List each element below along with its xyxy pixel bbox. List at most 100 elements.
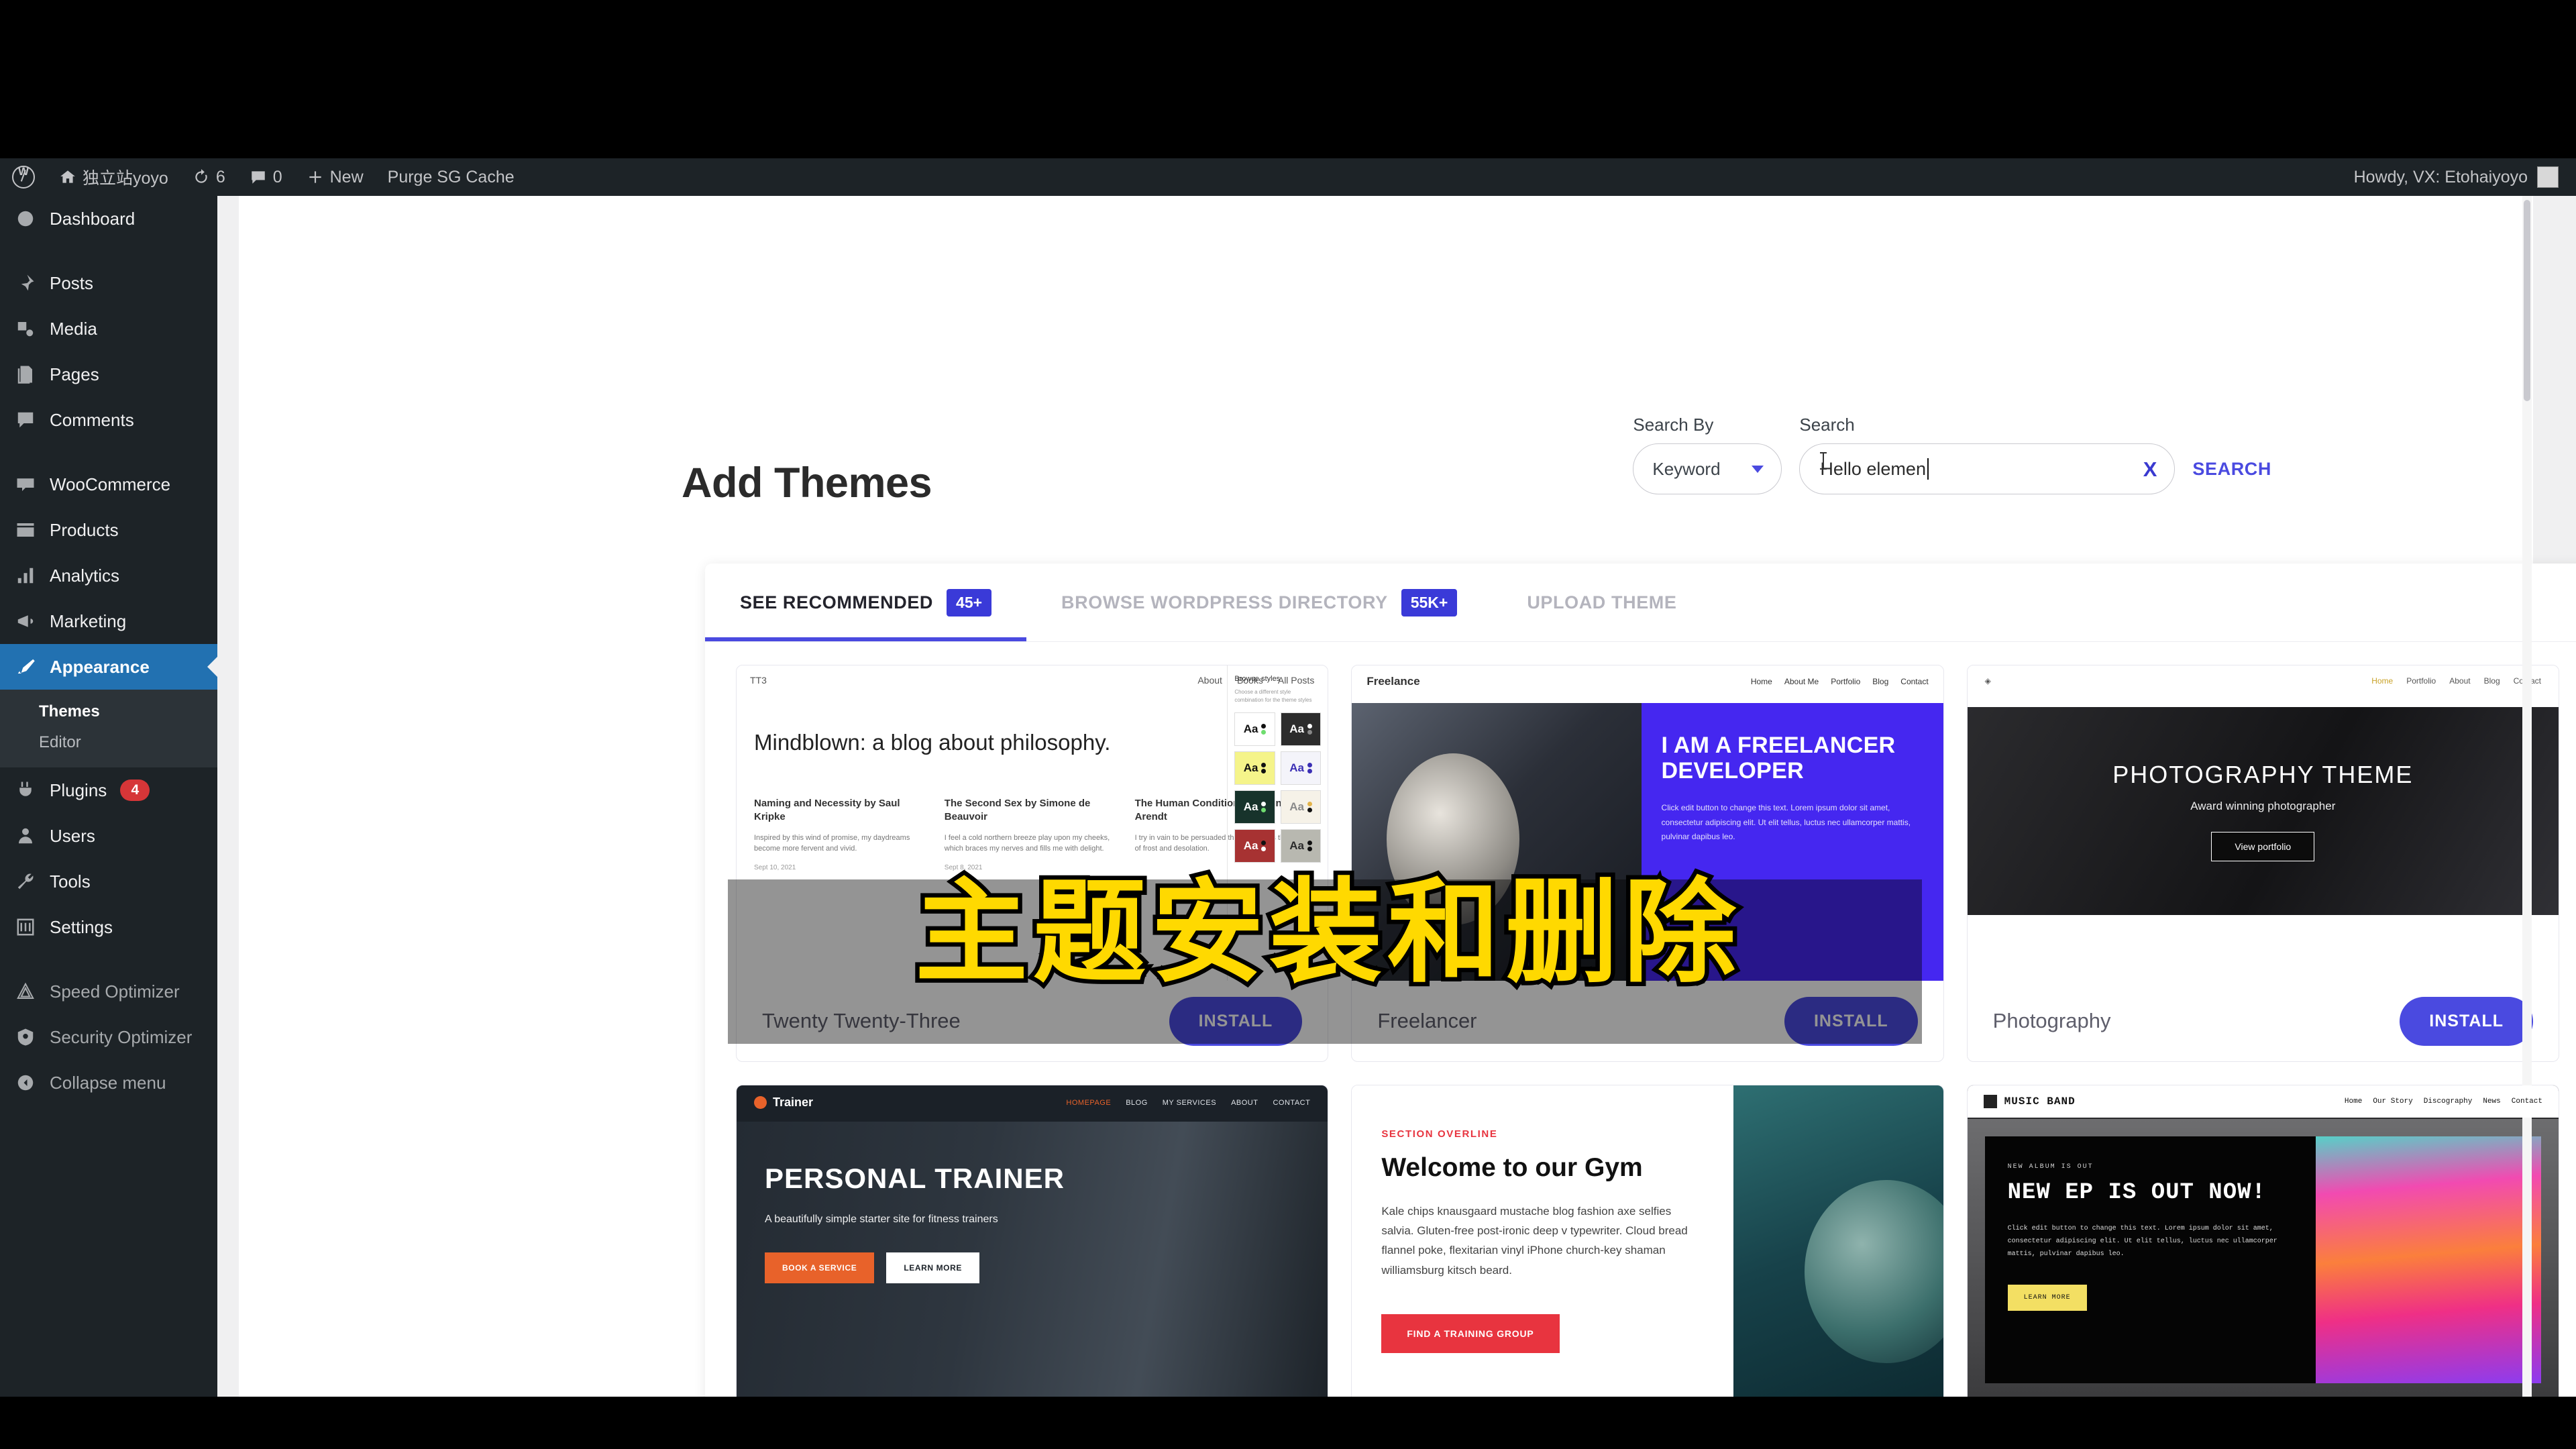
- sidebar-item-label: Settings: [50, 916, 113, 937]
- style-swatch[interactable]: Aa: [1280, 790, 1322, 824]
- style-swatch[interactable]: Aa: [1234, 829, 1275, 863]
- new-label: New: [329, 167, 364, 186]
- tab-upload-theme[interactable]: UPLOAD THEME: [1492, 564, 1711, 641]
- tab-see-recommended[interactable]: SEE RECOMMENDED 45+: [705, 564, 1027, 641]
- nav-link: BLOG: [1126, 1098, 1148, 1107]
- style-swatches: Aa Aa Aa Aa Aa Aa Aa Aa: [1234, 712, 1322, 863]
- search-by-group: Search By Keyword: [1633, 415, 1782, 494]
- nav-link: Contact: [2511, 1097, 2542, 1106]
- plug-icon: [15, 780, 36, 801]
- article-date: Sept 10, 2021: [754, 863, 796, 871]
- brush-icon: [15, 656, 36, 678]
- clear-search-icon[interactable]: X: [2143, 459, 2157, 480]
- nav-link: Portfolio: [2406, 676, 2436, 686]
- submenu-item-editor[interactable]: Editor: [0, 727, 217, 758]
- page-scrollbar[interactable]: [2522, 196, 2532, 1397]
- sidebar-item-speed-optimizer[interactable]: Speed Optimizer: [0, 969, 217, 1014]
- theme-card[interactable]: Trainer HOMEPAGE BLOG MY SERVICES ABOUT …: [736, 1085, 1329, 1397]
- comments-menu[interactable]: 0: [237, 158, 294, 196]
- sidebar-item-media[interactable]: Media: [0, 306, 217, 352]
- sidebar-item-products[interactable]: Products: [0, 507, 217, 553]
- preview-headline: I AM A FREELANCER DEVELOPER: [1661, 733, 1896, 784]
- account-menu[interactable]: Howdy, VX: Etohaiyoyo: [2354, 166, 2576, 188]
- sidebar-item-plugins[interactable]: Plugins 4: [0, 767, 217, 813]
- scrollbar-thumb[interactable]: [2524, 200, 2530, 401]
- purge-label: Purge SG Cache: [387, 167, 515, 186]
- nav-link: CONTACT: [1273, 1098, 1311, 1107]
- tab-browse-wordpress-directory[interactable]: BROWSE WORDPRESS DIRECTORY 55K+: [1026, 564, 1492, 641]
- updates-menu[interactable]: 6: [180, 158, 237, 196]
- woo-icon: [15, 474, 36, 495]
- theme-card-footer: Photography INSTALL: [1968, 981, 2559, 1061]
- photography-preview: ◈ Home Portfolio About Blog Contact: [1967, 665, 2559, 981]
- preview-navbar: Trainer HOMEPAGE BLOG MY SERVICES ABOUT …: [737, 1085, 1328, 1120]
- wp-logo-menu[interactable]: [0, 158, 47, 196]
- preview-subhead: Award winning photographer: [2190, 800, 2336, 812]
- sidebar-item-users[interactable]: Users: [0, 813, 217, 859]
- trainer-preview: Trainer HOMEPAGE BLOG MY SERVICES ABOUT …: [737, 1085, 1328, 1397]
- preview-logo: TT3: [750, 675, 767, 686]
- style-swatch[interactable]: Aa: [1280, 829, 1322, 863]
- pin-icon: [15, 272, 36, 294]
- nav-link: Blog: [2483, 676, 2500, 686]
- install-button[interactable]: INSTALL: [2400, 996, 2533, 1046]
- nav-link: About: [2449, 676, 2471, 686]
- nav-link: Home: [1750, 677, 1772, 686]
- screen: 独立站yoyo 6 0 New Purge SG Cache Howdy, VX…: [0, 0, 2576, 1449]
- sidebar-item-pages[interactable]: Pages: [0, 352, 217, 397]
- new-content-menu[interactable]: New: [294, 158, 376, 196]
- plugins-update-badge: 4: [120, 780, 150, 801]
- sidebar-item-posts[interactable]: Posts: [0, 260, 217, 306]
- submenu-item-themes[interactable]: Themes: [0, 696, 217, 727]
- admin-content: Add Themes Search By Keyword Search Hell…: [217, 196, 2576, 1397]
- sidebar-item-label: Speed Optimizer: [50, 981, 180, 1002]
- style-swatch[interactable]: Aa: [1234, 751, 1275, 785]
- sidebar-item-collapse-menu[interactable]: Collapse menu: [0, 1060, 217, 1106]
- style-swatch[interactable]: Aa: [1234, 712, 1275, 746]
- site-name-label: 独立站yoyo: [83, 169, 168, 188]
- caret: [1927, 458, 1929, 480]
- search-button[interactable]: SEARCH: [2192, 459, 2271, 494]
- band-logo-icon: [1983, 1095, 1997, 1108]
- site-name-menu[interactable]: 独立站yoyo: [47, 158, 180, 196]
- theme-preview[interactable]: ◈ Home Portfolio About Blog Contact: [1967, 665, 2559, 981]
- plus-icon: [309, 171, 321, 183]
- theme-preview[interactable]: Trainer HOMEPAGE BLOG MY SERVICES ABOUT …: [737, 1085, 1328, 1397]
- sidebar-item-marketing[interactable]: Marketing: [0, 598, 217, 644]
- preview-cta-primary: BOOK A SERVICE: [765, 1252, 875, 1283]
- style-swatch[interactable]: Aa: [1234, 790, 1275, 824]
- tab-label: UPLOAD THEME: [1527, 592, 1677, 612]
- sidebar-item-appearance[interactable]: Appearance: [0, 644, 217, 690]
- sidebar-item-settings[interactable]: Settings: [0, 904, 217, 950]
- search-by-select[interactable]: Keyword: [1633, 443, 1782, 494]
- sidebar-item-woocommerce[interactable]: WooCommerce: [0, 462, 217, 507]
- preview-nav: HOMEPAGE BLOG MY SERVICES ABOUT CONTACT: [1066, 1099, 1310, 1107]
- preview-navbar: Freelance Home About Me Portfolio Blog C…: [1352, 665, 1943, 698]
- sidebar-item-label: Collapse menu: [50, 1072, 166, 1093]
- preview-navbar: MUSIC BAND Home Our Story Discography Ne…: [1967, 1085, 2559, 1118]
- style-swatch[interactable]: Aa: [1280, 751, 1322, 785]
- sidebar-separator: [0, 241, 217, 260]
- nav-link: Our Story: [2373, 1097, 2413, 1106]
- preview-logo: Trainer: [754, 1095, 813, 1110]
- howdy-label: Howdy, VX: Etohaiyoyo: [2353, 167, 2528, 186]
- sidebar-item-analytics[interactable]: Analytics: [0, 553, 217, 598]
- sidebar-item-dashboard[interactable]: Dashboard: [0, 196, 217, 241]
- sidebar-item-tools[interactable]: Tools: [0, 859, 217, 904]
- sidebar-item-security-optimizer[interactable]: Security Optimizer: [0, 1014, 217, 1060]
- search-group: Search Hello elemen X: [1799, 415, 2176, 494]
- search-input-value: Hello elemen: [1820, 458, 1926, 479]
- updates-count: 6: [215, 167, 225, 186]
- theme-card[interactable]: ◈ Home Portfolio About Blog Contact: [1966, 665, 2559, 1062]
- theme-card[interactable]: SECTION OVERLINE Welcome to our Gym Kale…: [1351, 1085, 1944, 1397]
- sidebar-item-comments[interactable]: Comments: [0, 397, 217, 443]
- page-title: Add Themes: [682, 460, 932, 506]
- theme-preview[interactable]: SECTION OVERLINE Welcome to our Gym Kale…: [1352, 1085, 1943, 1397]
- theme-card[interactable]: MUSIC BAND Home Our Story Discography Ne…: [1966, 1085, 2559, 1397]
- sidebar-item-label: Analytics: [50, 565, 120, 586]
- theme-preview[interactable]: MUSIC BAND Home Our Story Discography Ne…: [1967, 1085, 2559, 1397]
- purge-sg-cache-menu[interactable]: Purge SG Cache: [376, 158, 527, 196]
- logo-text: Trainer: [773, 1095, 814, 1109]
- style-swatch[interactable]: Aa: [1280, 712, 1322, 746]
- search-input[interactable]: Hello elemen X: [1799, 443, 2176, 494]
